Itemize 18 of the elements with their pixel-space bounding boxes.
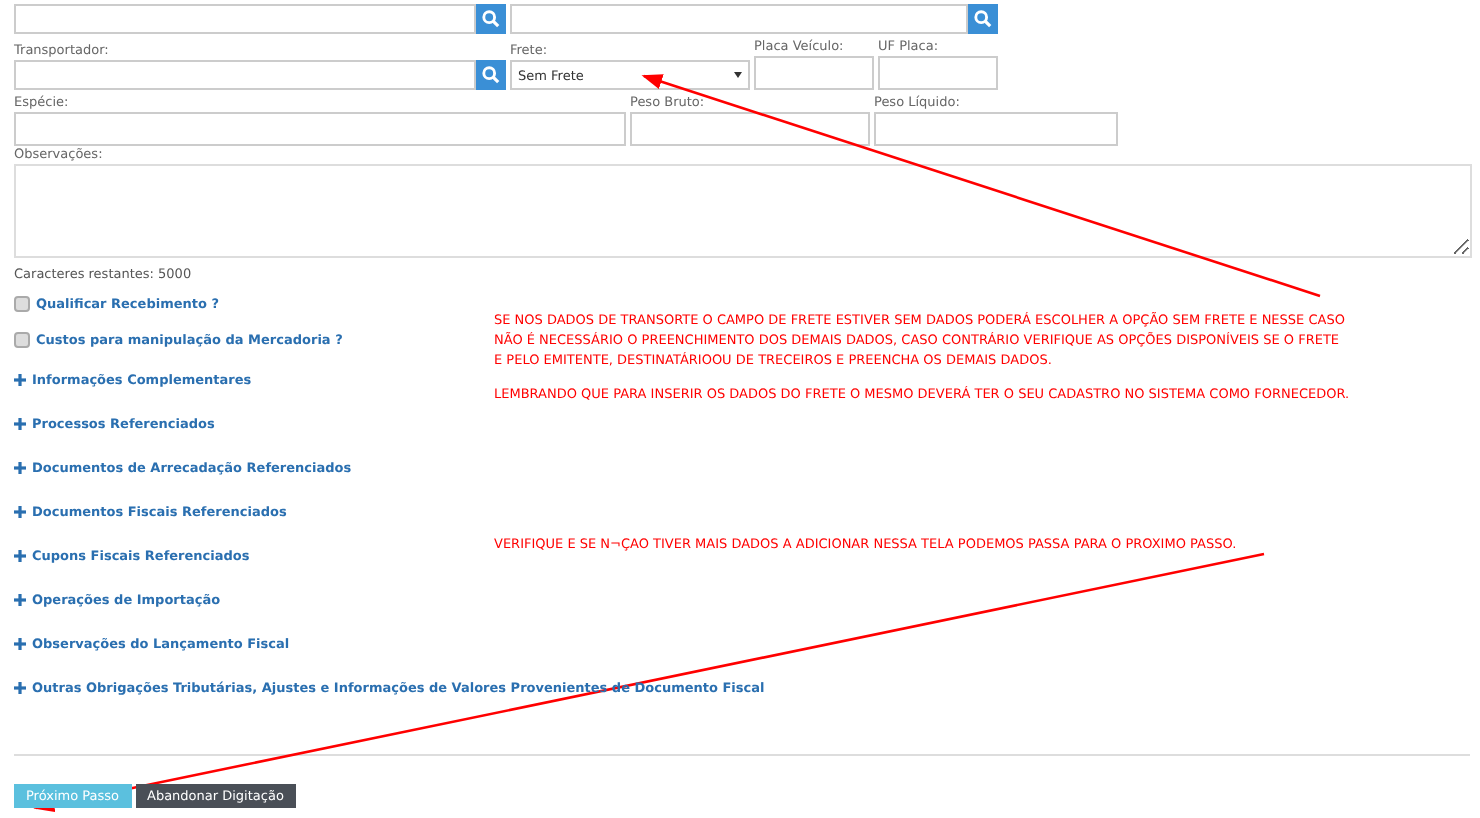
input-field[interactable] — [14, 112, 626, 146]
input-field[interactable] — [14, 60, 476, 90]
notes-textarea[interactable] — [14, 164, 1472, 258]
checkbox[interactable] — [14, 296, 30, 312]
search-button[interactable] — [476, 60, 506, 90]
search-button[interactable] — [476, 4, 506, 34]
search-icon — [974, 10, 992, 28]
input-field[interactable] — [510, 4, 968, 34]
input-field[interactable] — [630, 112, 870, 146]
input-field[interactable] — [878, 56, 998, 90]
input-field[interactable] — [754, 56, 874, 90]
caret-icon — [734, 72, 742, 78]
checkbox[interactable] — [14, 332, 30, 348]
search-icon — [482, 66, 500, 84]
search-button[interactable] — [968, 4, 998, 34]
input-field[interactable] — [874, 112, 1118, 146]
search-icon — [482, 10, 500, 28]
input-field[interactable] — [14, 4, 476, 34]
